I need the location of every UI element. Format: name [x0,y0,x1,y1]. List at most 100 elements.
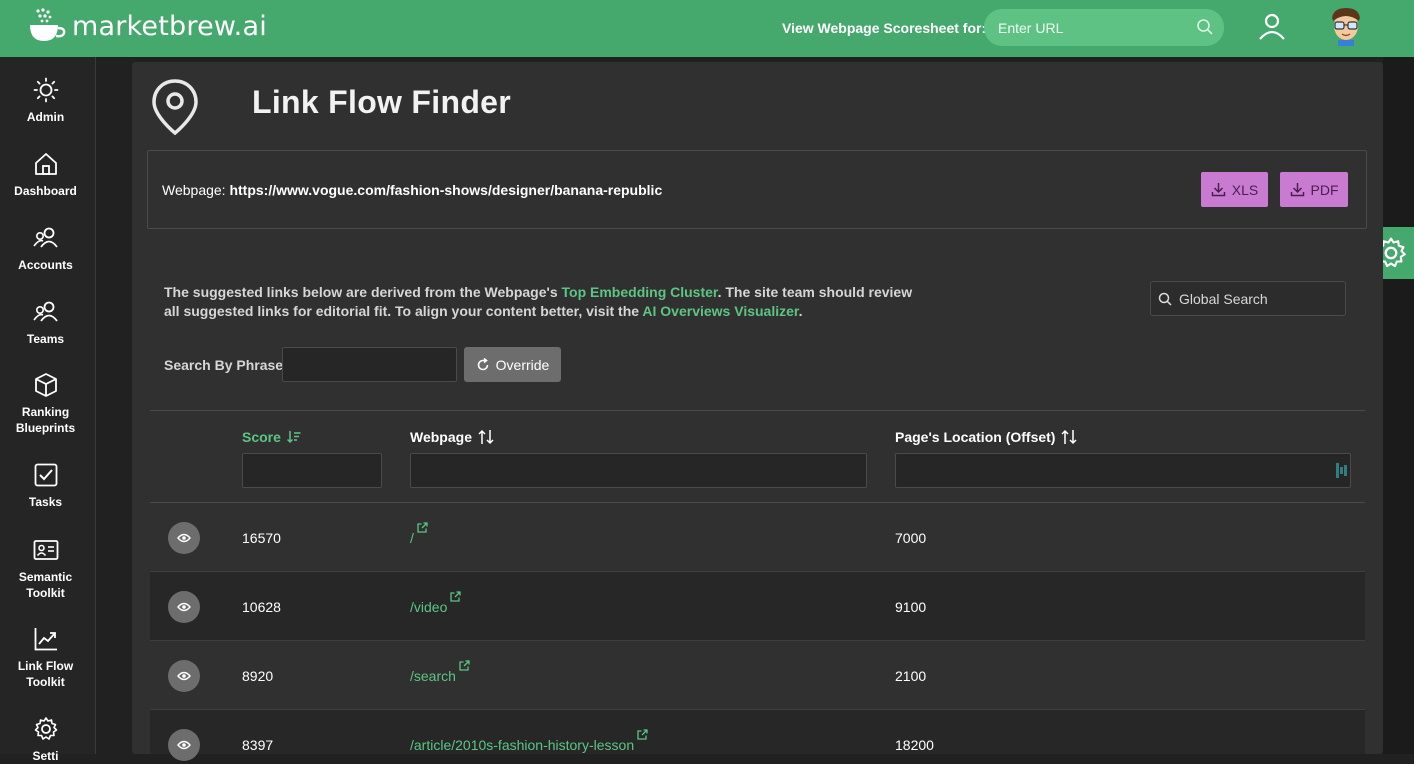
sidebar-item-label: Ranking Blueprints [15,405,76,435]
table-row: 10628 /video 9100 [150,572,1365,641]
column-header-score[interactable]: Score [242,429,301,445]
download-icon [1211,183,1226,197]
column-header-label: Score [242,429,281,445]
override-button[interactable]: Override [464,347,561,382]
sidebar-item-dashboard[interactable]: Dashboard [0,151,91,199]
eye-icon [177,533,191,543]
external-link-icon[interactable] [459,660,470,671]
sort-descending-icon [286,431,301,444]
webpage-url: https://www.vogue.com/fashion-shows/desi… [229,182,663,198]
top-bar: marketbrew.ai View Webpage Scoresheet fo… [0,0,1414,57]
sidebar-item-label: Dashboard [14,184,77,198]
score-cell: 8920 [242,668,274,684]
info-text-part: The suggested links below are derived fr… [164,284,562,300]
offset-cell: 9100 [895,599,927,615]
offset-cell: 18200 [895,737,934,753]
offset-filter-input[interactable] [895,453,1351,488]
sidebar-item-settings[interactable]: Setti [0,716,91,764]
eye-icon [177,671,191,681]
search-by-phrase-label: Search By Phrase: [164,357,288,373]
sidebar-item-label: Admin [26,110,65,124]
top-embedding-cluster-link[interactable]: Top Embedding Cluster [562,284,718,300]
info-text-part: . [798,303,803,319]
webpage-filter-input[interactable] [410,453,867,488]
column-header-webpage[interactable]: Webpage [410,429,494,445]
users-icon [32,227,58,248]
map-pin-icon [152,79,198,136]
eye-icon [177,740,191,750]
xls-label: XLS [1231,181,1259,198]
column-header-label: Page's Location (Offset) [895,429,1056,445]
sort-icon [1061,429,1077,445]
score-filter-input[interactable] [242,453,382,488]
trend-chart-icon [34,628,57,651]
table-row: 8920 /search 2100 [150,641,1365,710]
refresh-icon [477,357,488,370]
download-pdf-button[interactable]: PDF [1280,172,1348,207]
sort-icon [478,429,494,445]
score-cell: 16570 [242,530,281,546]
id-card-icon [33,540,58,560]
view-button[interactable] [168,591,200,623]
global-search-input[interactable] [1179,282,1339,315]
sidebar-item-label: Semantic Toolkit [18,570,73,600]
external-link-icon[interactable] [450,591,462,602]
ai-overviews-visualizer-link[interactable]: AI Overviews Visualizer [642,303,798,319]
column-header-offset[interactable]: Page's Location (Offset) [895,429,1077,445]
search-icon[interactable] [1196,18,1214,36]
avatar[interactable] [1329,6,1363,46]
logo-text: marketbrew.ai [72,10,267,42]
sidebar-item-teams[interactable]: Teams [0,299,91,347]
sidebar-item-tasks[interactable]: Tasks [0,462,91,510]
webpage-link[interactable]: / [410,522,428,546]
external-link-icon[interactable] [417,522,428,533]
webpage-path: / [410,530,414,546]
webpage-label: Webpage: [162,182,226,198]
search-icon [1158,292,1172,306]
view-button[interactable] [168,729,200,761]
logo[interactable]: marketbrew.ai [28,8,267,44]
score-cell: 8397 [242,737,274,753]
download-xls-button[interactable]: XLS [1201,172,1268,207]
info-text: The suggested links below are derived fr… [164,283,924,321]
table-row: 16570 / 7000 [150,503,1365,572]
table-row: 8397 /article/2010s-fashion-history-less… [150,710,1365,761]
eye-icon [177,602,191,612]
home-icon [34,153,57,175]
sun-icon [33,77,58,103]
download-icon [1290,183,1304,197]
checkbox-icon [34,463,57,487]
sidebar-item-ranking-blueprints[interactable]: Ranking Blueprints [0,372,91,436]
password-manager-icon[interactable] [1336,463,1347,478]
user-icon[interactable] [1257,11,1287,41]
external-link-icon[interactable] [637,729,648,740]
sidebar-item-admin[interactable]: Admin [0,77,91,125]
sidebar-item-label: Teams [26,332,65,346]
column-header-label: Webpage [410,429,472,445]
webpage-link[interactable]: /search [410,660,470,684]
score-cell: 10628 [242,599,281,615]
view-button[interactable] [168,660,200,692]
webpage-link[interactable]: /article/2010s-fashion-history-lesson [410,729,648,753]
gear-icon [34,717,57,740]
pdf-label: PDF [1310,181,1339,198]
sidebar: Admin Dashboard Accounts Teams Ranking B… [0,57,96,763]
view-button[interactable] [168,522,200,554]
right-scroll-area [1383,57,1414,754]
url-search-box [984,9,1224,46]
sidebar-item-accounts[interactable]: Accounts [0,225,91,273]
webpage-path: /search [410,668,456,684]
global-search-box [1150,281,1346,316]
page-title: Link Flow Finder [252,84,512,120]
cube-icon [34,373,57,397]
sidebar-item-label: Setti [32,749,59,763]
scoresheet-label: View Webpage Scoresheet for: [782,20,987,36]
webpage-path: /video [410,599,448,615]
sidebar-item-semantic-toolkit[interactable]: Semantic Toolkit [0,537,91,601]
search-by-phrase-input[interactable] [282,347,457,382]
url-input[interactable] [998,9,1188,46]
sidebar-item-label: Link Flow Toolkit [17,659,74,689]
table-top-divider [150,410,1365,411]
webpage-link[interactable]: /video [410,591,462,615]
sidebar-item-link-flow-toolkit[interactable]: Link Flow Toolkit [0,626,91,690]
